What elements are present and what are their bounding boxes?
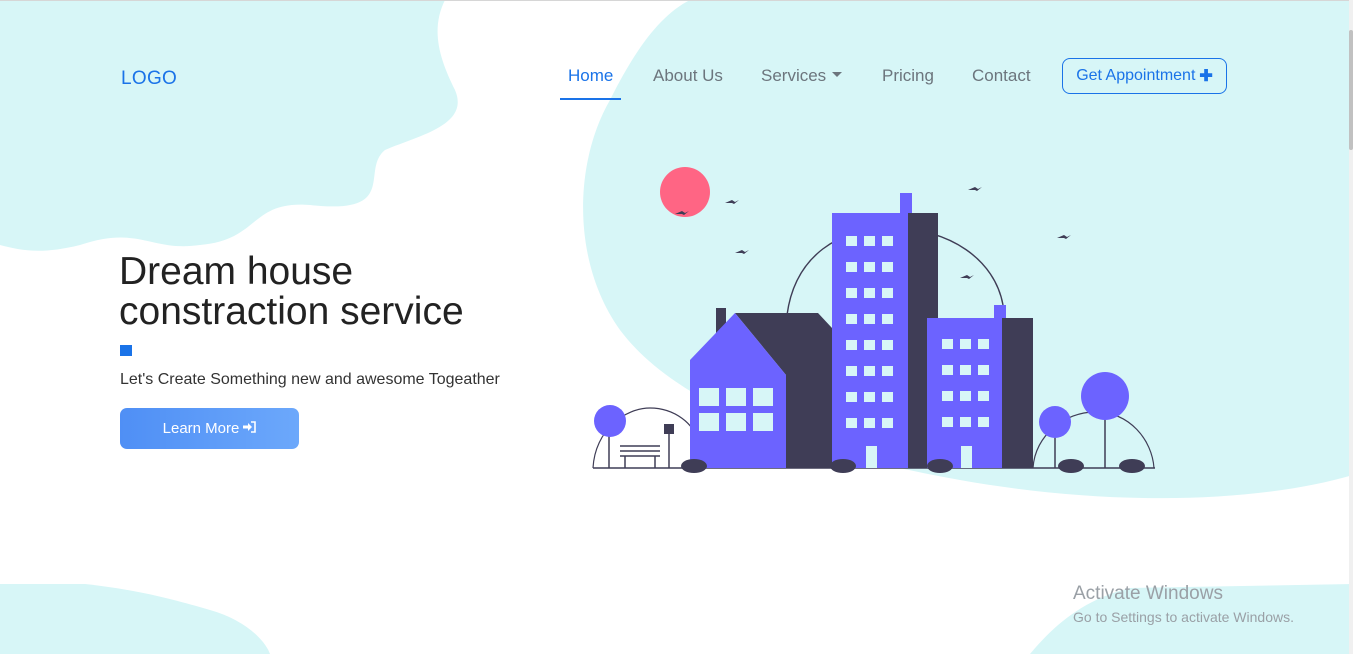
hero-subtitle: Let's Create Something new and awesome T… [120,371,500,388]
sun-icon [660,167,710,217]
top-border [0,0,1353,1]
logo[interactable]: LOGO [121,68,177,90]
chevron-down-icon [832,72,843,78]
hero-title-line-2: constraction service [119,290,464,333]
watermark-subtitle: Go to Settings to activate Windows. [1073,609,1294,625]
watermark-title: Activate Windows [1073,583,1223,604]
hero-title-line-1: Dream house [119,250,354,293]
bottom-left-blob [0,584,270,654]
nav-item-services-label: Services [761,66,827,85]
get-appointment-button[interactable]: Get Appointment ✚ [1062,58,1227,94]
scrollbar-thumb[interactable] [1349,30,1353,150]
nav-item-about-us[interactable]: About Us [653,66,723,86]
city-buildings-illustration [592,167,1155,473]
learn-more-label: Learn More [162,420,240,437]
windows-activation-watermark: Activate Windows Go to Settings to activ… [1073,583,1294,625]
learn-more-button[interactable]: Learn More [120,408,299,449]
nav-item-pricing[interactable]: Pricing [882,66,934,86]
top-left-blob [0,0,458,251]
bench [620,445,660,468]
active-nav-underline [560,98,621,100]
nav-item-home[interactable]: Home [568,66,613,86]
nav-item-contact[interactable]: Contact [972,66,1031,86]
accent-square [120,345,132,356]
hero-title: Dream house constraction service [119,252,559,332]
sign-in-icon [243,421,257,436]
plus-icon: ✚ [1199,68,1213,85]
nav-item-services[interactable]: Services [761,66,843,86]
get-appointment-label: Get Appointment [1076,67,1196,84]
